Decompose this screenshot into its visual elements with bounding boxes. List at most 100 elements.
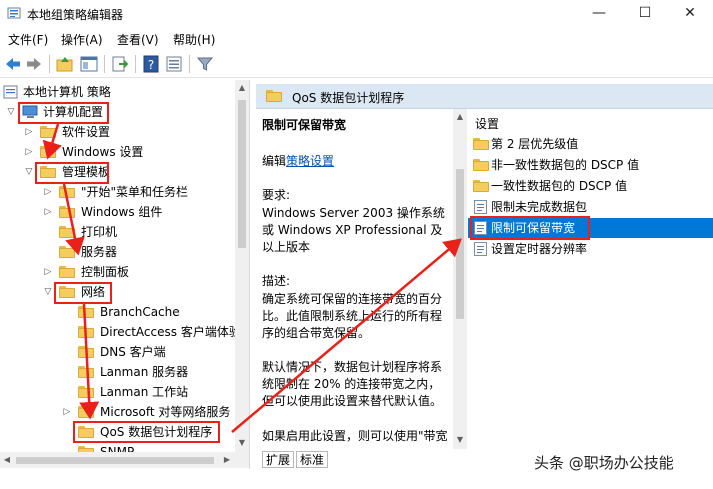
chevron-right-icon[interactable]: ▷ <box>62 402 72 422</box>
filter-icon[interactable] <box>195 54 215 74</box>
help-icon[interactable]: ? <box>141 54 161 74</box>
folder-icon <box>59 186 75 198</box>
scroll-down-icon[interactable]: ▼ <box>235 438 249 447</box>
minimize-button[interactable]: — <box>576 0 622 26</box>
folder-icon <box>473 159 489 171</box>
tree-item-network[interactable]: ▽ 网络 <box>0 282 235 302</box>
scroll-left-icon[interactable]: ◀ <box>2 455 12 464</box>
chevron-down-icon[interactable]: ▽ <box>24 162 34 182</box>
tree-item-start-menu[interactable]: ▷ "开始"菜单和任务栏 <box>0 182 235 202</box>
scroll-up-icon[interactable]: ▲ <box>235 83 249 92</box>
scrollbar-thumb[interactable] <box>456 169 464 319</box>
description-label: 描述: <box>262 274 291 288</box>
menu-file[interactable]: 文件(F) <box>8 31 48 48</box>
column-header-settings[interactable]: 设置 <box>475 115 499 132</box>
folder-icon <box>59 206 75 218</box>
toolbar-separator <box>189 55 190 73</box>
list-item-label: 限制未完成数据包 <box>491 200 588 214</box>
chevron-right-icon[interactable]: ▷ <box>24 142 34 162</box>
group-policy-app-icon <box>7 7 21 19</box>
tree-label: Lanman 服务器 <box>100 365 189 379</box>
properties-icon[interactable] <box>164 54 184 74</box>
list-item[interactable]: 限制未完成数据包 <box>468 197 713 217</box>
tree-item-server[interactable]: 服务器 <box>0 242 235 262</box>
svg-text:?: ? <box>148 58 154 72</box>
chevron-right-icon[interactable]: ▷ <box>43 182 53 202</box>
description-scrollbar[interactable]: ▲ ▼ <box>453 109 467 449</box>
tree-label: BranchCache <box>100 305 180 319</box>
details-header-title: QoS 数据包计划程序 <box>292 91 405 105</box>
chevron-down-icon[interactable]: ▽ <box>6 102 16 122</box>
tree-item-windows-settings[interactable]: ▷ Windows 设置 <box>0 142 235 162</box>
settings-list: 设置 第 2 层优先级值 非一致性数据包的 DSCP 值 一致性数据包的 DSC… <box>468 109 713 449</box>
show-hide-tree-icon[interactable] <box>79 54 99 74</box>
tree-item-printers[interactable]: 打印机 <box>0 222 235 242</box>
tree-item-windows-components[interactable]: ▷ Windows 组件 <box>0 202 235 222</box>
toolbar-separator <box>135 55 136 73</box>
tree-horizontal-scrollbar[interactable]: ◀ ▶ <box>0 452 249 468</box>
menu-action[interactable]: 操作(A) <box>61 31 103 48</box>
tree-item-branchcache[interactable]: BranchCache <box>0 302 235 322</box>
tree-item-dns-client[interactable]: DNS 客户端 <box>0 342 235 362</box>
list-item-label: 非一致性数据包的 DSCP 值 <box>491 158 640 172</box>
menu-view[interactable]: 查看(V) <box>117 31 159 48</box>
watermark: 头条 @职场办公技能 <box>534 454 674 472</box>
folder-icon <box>40 126 56 138</box>
tree-item-lanman-server[interactable]: Lanman 服务器 <box>0 362 235 382</box>
folder-icon <box>473 180 489 192</box>
list-item-label: 一致性数据包的 DSCP 值 <box>491 179 628 193</box>
tree-item-local-computer-policy[interactable]: 本地计算机 策略 <box>0 82 235 102</box>
requirements-line: Windows Server 2003 操作系统 <box>262 206 445 220</box>
back-icon[interactable] <box>3 54 23 74</box>
window-title: 本地组策略编辑器 <box>27 8 124 22</box>
scrollbar-thumb[interactable] <box>16 457 214 464</box>
chevron-right-icon[interactable]: ▷ <box>43 202 53 222</box>
list-item[interactable]: 第 2 层优先级值 <box>468 134 713 154</box>
tab-extended[interactable]: 扩展 <box>262 451 295 468</box>
forward-icon[interactable] <box>24 54 44 74</box>
maximize-button[interactable]: ☐ <box>622 0 668 26</box>
tree-label: 软件设置 <box>62 125 111 139</box>
tree-item-control-panel[interactable]: ▷ 控制面板 <box>0 262 235 282</box>
list-item[interactable]: 非一致性数据包的 DSCP 值 <box>468 155 713 175</box>
scroll-up-icon[interactable]: ▲ <box>453 112 467 121</box>
tree-label: DNS 客户端 <box>100 345 166 359</box>
requirements-label: 要求: <box>262 188 291 202</box>
tree-label: Microsoft 对等网络服务 <box>100 405 231 419</box>
chevron-right-icon[interactable]: ▷ <box>24 122 34 142</box>
tree-label: "开始"菜单和任务栏 <box>81 185 189 199</box>
policy-settings-link[interactable]: 策略设置 <box>286 154 334 168</box>
chevron-down-icon[interactable]: ▽ <box>43 282 53 302</box>
scroll-down-icon[interactable]: ▼ <box>453 435 467 444</box>
edit-prefix: 编辑 <box>262 154 287 168</box>
tree-item-ms-p2p[interactable]: ▷ Microsoft 对等网络服务 <box>0 402 235 422</box>
up-folder-icon[interactable] <box>55 54 75 74</box>
export-list-icon[interactable] <box>110 54 130 74</box>
folder-icon <box>473 138 489 150</box>
tree-pane: 本地计算机 策略 ▽ 计算机配置 ▷ 软件设置 ▷ Windows 设置 ▽ 管… <box>0 80 250 469</box>
description-line: 比。此值限制系统上运行的所有程 <box>262 309 443 323</box>
close-button[interactable]: ✕ <box>667 0 713 26</box>
description-line: 确定系统可保留的连接带宽的百分 <box>262 292 443 306</box>
folder-icon <box>78 406 94 418</box>
tree-item-lanman-workstation[interactable]: Lanman 工作站 <box>0 382 235 402</box>
list-item[interactable]: 一致性数据包的 DSCP 值 <box>468 176 713 196</box>
tab-standard[interactable]: 标准 <box>296 451 329 468</box>
tree-vertical-scrollbar[interactable]: ▲ ▼ <box>235 80 249 452</box>
tree-item-directaccess[interactable]: DirectAccess 客户端体验 <box>0 322 235 342</box>
list-item[interactable]: 设置定时器分辨率 <box>468 239 713 259</box>
menu-help[interactable]: 帮助(H) <box>173 31 215 48</box>
folder-icon <box>266 90 282 102</box>
annotation-box <box>470 216 590 240</box>
scroll-right-icon[interactable]: ▶ <box>222 455 232 464</box>
toolbar: ? <box>0 50 713 78</box>
description-pane: 限制可保留带宽 编辑策略设置 要求: Windows Server 2003 操… <box>256 109 452 449</box>
chevron-right-icon[interactable]: ▷ <box>43 262 53 282</box>
scrollbar-thumb[interactable] <box>238 100 246 248</box>
tree-item-software-settings[interactable]: ▷ 软件设置 <box>0 122 235 142</box>
tree-label: 本地计算机 策略 <box>23 85 111 99</box>
folder-icon <box>78 306 94 318</box>
folder-icon <box>59 246 75 258</box>
tree-label: 控制面板 <box>81 265 130 279</box>
policy-setting-icon <box>474 242 487 256</box>
